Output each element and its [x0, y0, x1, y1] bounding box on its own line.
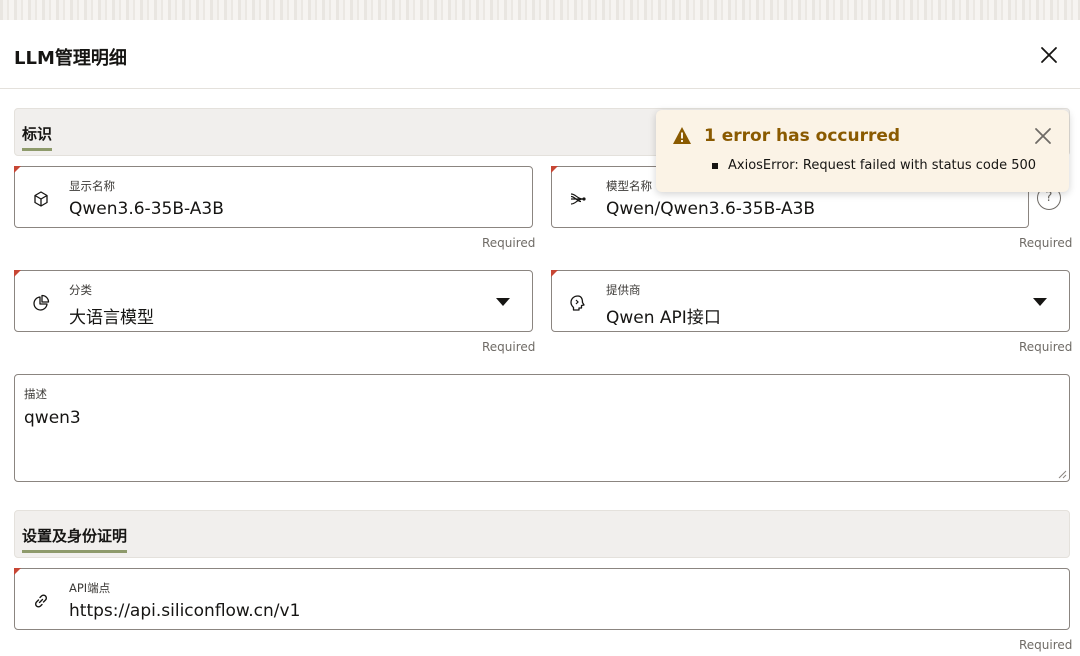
api-endpoint-input[interactable]: https://api.siliconflow.cn/v1 [69, 601, 300, 621]
warning-icon [673, 127, 691, 144]
page-title: LLM管理明细 [14, 48, 127, 69]
category-label: 分类 [69, 283, 92, 297]
description-value[interactable]: qwen3 [24, 408, 81, 428]
api-endpoint-field[interactable]: API端点 https://api.siliconflow.cn/v1 [14, 568, 1070, 630]
required-flag [14, 270, 21, 277]
required-flag [551, 166, 558, 173]
chevron-down-icon[interactable] [1033, 298, 1047, 306]
section-title-identity: 标识 [22, 123, 53, 151]
provider-value: Qwen API接口 [606, 308, 721, 328]
link-icon [34, 594, 48, 608]
chevron-down-icon[interactable] [496, 298, 510, 306]
cube-icon [34, 191, 48, 207]
resize-handle-icon[interactable] [1057, 469, 1067, 479]
provider-required: Required [1019, 340, 1073, 354]
error-toast: 1 error has occurred AxiosError: Request… [656, 110, 1069, 192]
close-dialog-button[interactable] [1036, 42, 1062, 68]
description-textarea[interactable]: 描述 qwen3 [14, 374, 1070, 482]
display-name-label: 显示名称 [69, 179, 115, 193]
toast-message: AxiosError: Request failed with status c… [712, 158, 1036, 173]
toast-title: 1 error has occurred [704, 126, 901, 146]
display-name-input[interactable]: Qwen3.6-35B-A3B [69, 199, 224, 219]
toast-message-text: AxiosError: Request failed with status c… [728, 158, 1037, 173]
provider-select[interactable]: 提供商 Qwen API接口 [551, 270, 1070, 332]
close-icon [1041, 47, 1057, 63]
api-endpoint-required: Required [1019, 638, 1073, 652]
top-strip [0, 0, 1080, 20]
required-flag [14, 166, 21, 173]
category-select[interactable]: 分类 大语言模型 [14, 270, 533, 332]
required-flag [551, 270, 558, 277]
dialog-header: LLM管理明细 [0, 20, 1080, 89]
close-icon[interactable] [1033, 126, 1053, 146]
model-name-label: 模型名称 [606, 179, 652, 193]
bullet [712, 162, 718, 169]
model-name-input[interactable]: Qwen/Qwen3.6-35B-A3B [606, 199, 815, 219]
model-name-required: Required [1019, 236, 1073, 250]
ai-brain-icon [570, 295, 585, 311]
pie-chart-icon [33, 294, 50, 311]
display-name-field[interactable]: 显示名称 Qwen3.6-35B-A3B [14, 166, 533, 228]
section-title-settings: 设置及身份证明 [22, 525, 128, 553]
api-endpoint-label: API端点 [69, 581, 111, 595]
section-settings: 设置及身份证明 [14, 510, 1070, 558]
provider-label: 提供商 [606, 283, 641, 297]
required-flag [14, 568, 21, 575]
neural-network-icon [570, 193, 586, 205]
category-value: 大语言模型 [69, 308, 154, 328]
display-name-required: Required [482, 236, 536, 250]
description-label: 描述 [24, 387, 47, 401]
category-required: Required [482, 340, 536, 354]
